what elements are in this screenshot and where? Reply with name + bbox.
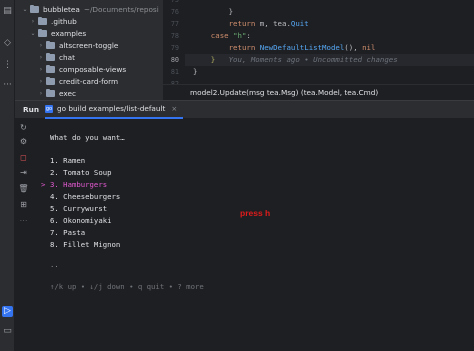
annotation-press-h: press h bbox=[240, 208, 271, 218]
line-number: 78 bbox=[170, 32, 179, 40]
settings-icon[interactable]: ⚙ bbox=[18, 136, 29, 147]
run-toolbar: ↻ ⚙ ◻ ⇥ 🗑 ⊞ ⋯ bbox=[15, 119, 32, 351]
list-item: 1. Ramen bbox=[50, 156, 86, 165]
run-tab[interactable]: go go build examples/list-default × bbox=[45, 100, 184, 119]
folder-icon bbox=[30, 4, 39, 13]
tree-item-examples[interactable]: ⌄ examples bbox=[29, 28, 86, 39]
close-icon[interactable]: × bbox=[171, 100, 177, 118]
tree-item-composable-views[interactable]: › composable-views bbox=[37, 64, 126, 75]
chevron-right-icon[interactable]: › bbox=[29, 16, 37, 27]
folder-icon bbox=[38, 28, 47, 37]
selection-marker: > bbox=[41, 180, 46, 189]
tree-root[interactable]: ⌄ bubbletea ~/Documents/reposi bbox=[21, 4, 159, 15]
run-panel-title: Run bbox=[23, 105, 40, 114]
tool-window-strip: ▤ ◇ ⋮ ··· ▷ ▭ bbox=[0, 0, 15, 351]
chevron-right-icon[interactable]: › bbox=[37, 40, 45, 51]
stop-icon[interactable]: ◻ bbox=[18, 152, 29, 163]
structure-icon[interactable]: ⋮ bbox=[2, 60, 13, 71]
code-line-76: } bbox=[193, 7, 234, 16]
folder-icon bbox=[46, 76, 55, 85]
list-item-selected: 3. Hamburgers bbox=[50, 180, 108, 189]
trash-icon[interactable]: 🗑 bbox=[18, 183, 29, 194]
tree-item-label: composable-views bbox=[59, 65, 127, 74]
rerun-icon[interactable]: ↻ bbox=[18, 122, 29, 133]
line-number: 77 bbox=[170, 20, 179, 28]
list-item: 7. Pasta bbox=[50, 228, 86, 237]
folder-icon[interactable]: ▤ bbox=[2, 6, 13, 17]
help-text: ↑/k up • ↓/j down • q quit • ? more bbox=[50, 282, 204, 291]
project-tree: ⌄ bubbletea ~/Documents/reposi › .github… bbox=[15, 0, 163, 100]
tree-item-label: examples bbox=[51, 29, 87, 38]
chevron-down-icon[interactable]: ⌄ bbox=[21, 4, 29, 15]
tree-item-label: chat bbox=[59, 53, 75, 62]
chevron-right-icon[interactable]: › bbox=[37, 88, 45, 99]
tree-item-label: .github bbox=[51, 17, 77, 26]
more-icon[interactable]: ··· bbox=[2, 80, 13, 91]
tree-item-credit-card-form[interactable]: › credit-card-form bbox=[37, 76, 118, 87]
tree-root-label: bubbletea bbox=[43, 5, 80, 14]
code-line-77: return m, tea.Quit bbox=[193, 19, 309, 28]
go-icon: go bbox=[45, 105, 53, 113]
tree-item-github[interactable]: › .github bbox=[29, 16, 77, 27]
commit-icon[interactable]: ◇ bbox=[2, 38, 13, 49]
line-number: 76 bbox=[170, 8, 179, 16]
soft-wrap-icon[interactable]: ⇥ bbox=[18, 167, 29, 178]
tree-item-label: altscreen-toggle bbox=[59, 41, 119, 50]
folder-icon bbox=[46, 88, 55, 97]
tree-item-label: exec bbox=[59, 89, 76, 98]
tree-item-exec[interactable]: › exec bbox=[37, 88, 76, 99]
list-item: 4. Cheeseburgers bbox=[50, 192, 121, 201]
folder-icon bbox=[38, 16, 47, 25]
run-tab-label: go build examples/list-default bbox=[57, 104, 166, 113]
layout-icon[interactable]: ⊞ bbox=[18, 199, 29, 210]
pin-icon[interactable]: ⋯ bbox=[18, 215, 29, 226]
chevron-down-icon[interactable]: ⌄ bbox=[29, 28, 37, 39]
list-item: 5. Currywurst bbox=[50, 204, 108, 213]
run-console[interactable]: What do you want… 1. Ramen 2. Tomato Sou… bbox=[32, 119, 474, 351]
line-number: 81 bbox=[170, 68, 179, 76]
git-blame-hint: You, Moments ago • Uncommitted changes bbox=[228, 55, 398, 64]
terminal-icon[interactable]: ▭ bbox=[2, 326, 13, 337]
code-line-78: case "h": bbox=[193, 31, 251, 40]
chevron-right-icon[interactable]: › bbox=[37, 52, 45, 63]
run-panel-header: Run go go build examples/list-default × bbox=[15, 100, 474, 119]
pagination-dots: .. bbox=[50, 260, 59, 269]
list-item: 6. Okonomiyaki bbox=[50, 216, 112, 225]
folder-icon bbox=[46, 52, 55, 61]
tree-item-altscreen-toggle[interactable]: › altscreen-toggle bbox=[37, 40, 118, 51]
list-item: 2. Tomato Soup bbox=[50, 168, 112, 177]
tree-root-path: ~/Documents/reposi bbox=[83, 5, 159, 14]
line-number: 79 bbox=[170, 44, 179, 52]
breadcrumb[interactable]: model2.Update(msg tea.Msg) (tea.Model, t… bbox=[163, 84, 474, 100]
tree-item-chat[interactable]: › chat bbox=[37, 52, 75, 63]
chevron-right-icon[interactable]: › bbox=[37, 76, 45, 87]
tree-item-label: credit-card-form bbox=[59, 77, 119, 86]
chevron-right-icon[interactable]: › bbox=[37, 64, 45, 75]
console-prompt: What do you want… bbox=[50, 133, 125, 142]
folder-icon bbox=[46, 64, 55, 73]
keyword-return: return bbox=[193, 19, 256, 28]
run-tool-icon[interactable]: ▷ bbox=[2, 306, 13, 317]
folder-icon bbox=[46, 40, 55, 49]
code-line-81: } bbox=[193, 67, 198, 76]
line-number-current: 80 bbox=[170, 56, 179, 64]
code-line-79: return NewDefaultListModel(), nil bbox=[193, 43, 376, 52]
list-item: 8. Fillet Mignon bbox=[50, 240, 121, 249]
code-line-80: } You, Moments ago • Uncommitted changes bbox=[193, 55, 398, 64]
